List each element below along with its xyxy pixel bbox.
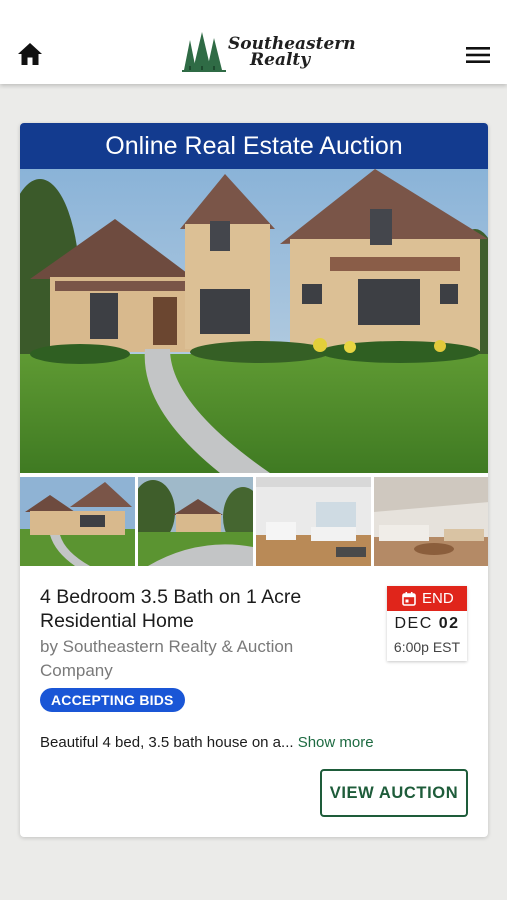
main-property-photo[interactable]: [20, 169, 488, 473]
auction-type-banner: Online Real Estate Auction: [20, 123, 488, 169]
listing-title[interactable]: 4 Bedroom 3.5 Bath on 1 Acre Residential…: [40, 585, 360, 633]
menu-button[interactable]: [465, 44, 491, 66]
thumbnail-2[interactable]: [138, 477, 253, 566]
description-text: Beautiful 4 bed, 3.5 bath house on a...: [40, 734, 294, 751]
end-month: DEC: [394, 615, 433, 632]
end-day: 02: [438, 615, 460, 632]
thumbnail-4[interactable]: [374, 477, 488, 566]
end-date-header: END: [387, 586, 467, 611]
app-header: Southeastern Realty: [0, 0, 507, 84]
photo-thumbnail-strip: [20, 477, 488, 566]
house-photo-illustration: [20, 169, 488, 473]
thumbnail-3[interactable]: [256, 477, 371, 566]
home-icon: [18, 43, 42, 65]
end-time: 6:00p EST: [393, 639, 461, 655]
hamburger-menu-icon: [466, 47, 490, 63]
calendar-icon: [402, 592, 416, 606]
home-button[interactable]: [17, 42, 43, 66]
listing-company: by Southeastern Realty & Auction Company: [40, 637, 294, 680]
pine-trees-icon: [182, 32, 226, 72]
thumbnail-1[interactable]: [20, 477, 135, 566]
auction-card: Online Real Estate Auction 4 Bedroom 3.5…: [20, 123, 488, 837]
view-auction-button[interactable]: VIEW AUCTION: [320, 769, 468, 817]
end-date: DEC 02: [387, 615, 467, 633]
end-label: END: [422, 590, 454, 607]
listing-description: Beautiful 4 bed, 3.5 bath house on a... …: [40, 733, 470, 753]
show-more-link[interactable]: Show more: [298, 734, 374, 751]
logo-wordmark-line2: Realty: [250, 50, 311, 70]
status-badge: ACCEPTING BIDS: [40, 688, 185, 712]
brand-logo[interactable]: Southeastern Realty: [182, 30, 356, 72]
auction-end-date: END DEC 02 6:00p EST: [387, 586, 467, 661]
